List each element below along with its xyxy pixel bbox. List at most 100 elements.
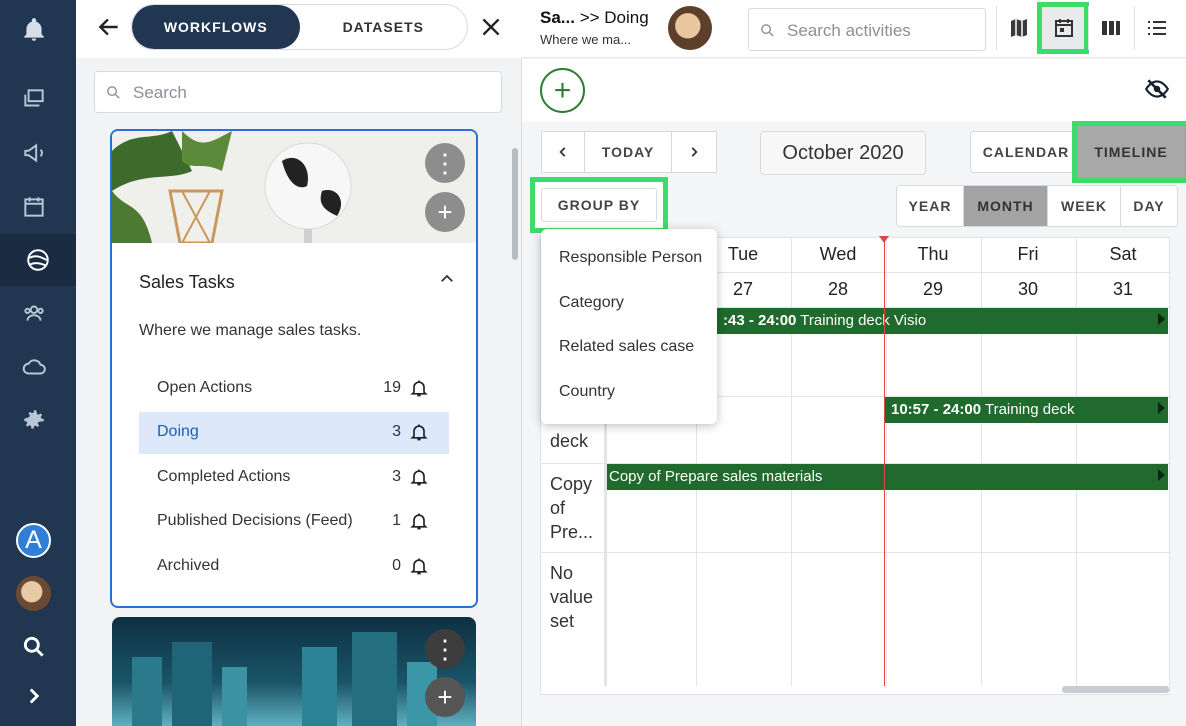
list-icon — [1147, 21, 1166, 35]
owner-avatar[interactable] — [668, 6, 712, 50]
event-title: Training deck — [984, 401, 1075, 418]
event-time: :43 - 24:00 — [723, 312, 797, 329]
card-title: Sales Tasks — [139, 272, 235, 292]
settings-gear-icon[interactable] — [14, 400, 54, 440]
breadcrumb-current: >> Doing — [579, 8, 649, 27]
list-item-completed-actions[interactable]: Completed Actions 3 — [139, 457, 449, 499]
breadcrumb-workflow[interactable]: Sa... — [540, 8, 575, 27]
card-description: Where we manage sales tasks. — [139, 322, 362, 339]
group-by-menu: Responsible Person Category Related sale… — [541, 229, 717, 424]
current-month-label[interactable]: October 2020 — [760, 131, 926, 175]
range-year-button[interactable]: YEAR — [896, 185, 964, 227]
event-arrow-icon — [1158, 402, 1165, 414]
panel-scrollbar[interactable] — [512, 148, 518, 260]
menu-item-category[interactable]: Category — [559, 294, 624, 312]
event-bar-training-deck[interactable]: 10:57 - 24:00 Training deck — [885, 397, 1168, 423]
timeline-mode-button[interactable]: TIMELINE — [1072, 121, 1186, 183]
action-bar — [522, 59, 1186, 121]
day-name: Sat — [1109, 244, 1137, 264]
workspaces-icon[interactable] — [14, 79, 54, 119]
workflow-cover-image — [112, 131, 476, 245]
user-avatar[interactable] — [16, 576, 51, 611]
event-arrow-icon — [1158, 313, 1165, 325]
map-view-button[interactable] — [996, 6, 1040, 50]
list-item-doing[interactable]: Doing 3 — [139, 412, 449, 454]
list-item-count: 3 — [392, 468, 401, 485]
search-icon — [761, 24, 774, 37]
bell-icon[interactable] — [409, 421, 429, 443]
group-row-label: No value set — [550, 563, 594, 631]
range-day-button[interactable]: DAY — [1120, 185, 1178, 227]
group-by-button[interactable]: GROUP BY — [540, 188, 658, 222]
menu-item-related-sales-case[interactable]: Related sales case — [559, 338, 694, 356]
activity-search-input[interactable]: Search activities — [748, 8, 986, 51]
today-button[interactable]: TODAY — [584, 131, 672, 173]
city-cover-image — [132, 632, 437, 726]
bell-icon[interactable] — [409, 466, 429, 488]
notifications-icon[interactable] — [14, 10, 54, 50]
megaphone-icon[interactable] — [14, 133, 54, 173]
workflows-icon[interactable] — [0, 234, 76, 286]
workflow-subtitle: Where we ma... — [540, 32, 632, 47]
prev-period-button[interactable] — [541, 131, 585, 173]
menu-item-responsible-person[interactable]: Responsible Person — [559, 249, 702, 267]
chevron-right-icon — [691, 147, 698, 157]
list-item-label: Open Actions — [157, 379, 253, 396]
search-icon — [107, 86, 120, 99]
search-icon[interactable] — [14, 627, 54, 667]
event-bar-copy-prepare-sales[interactable]: Copy of Prepare sales materials — [607, 464, 1168, 490]
list-item-label: Published Decisions (Feed) — [157, 512, 353, 529]
calendar-mode-button[interactable]: CALENDAR — [970, 131, 1082, 173]
card-add-icon[interactable]: + — [425, 677, 465, 717]
add-activity-button[interactable]: + — [540, 68, 585, 113]
list-item-archived[interactable]: Archived 0 — [139, 546, 449, 588]
calendar-view-button[interactable] — [1037, 2, 1089, 54]
cloud-icon[interactable] — [14, 347, 54, 387]
columns-icon — [1101, 21, 1120, 35]
range-week-button[interactable]: WEEK — [1047, 185, 1121, 227]
map-icon — [1010, 19, 1027, 37]
list-item-count: 19 — [383, 379, 401, 396]
event-time: 10:57 - 24:00 — [891, 401, 982, 418]
list-item-open-actions[interactable]: Open Actions 19 — [139, 368, 449, 410]
calendar-icon — [1054, 19, 1073, 37]
bell-icon[interactable] — [409, 555, 429, 577]
card-add-icon[interactable]: + — [425, 192, 465, 232]
close-icon[interactable] — [478, 14, 504, 40]
next-period-button[interactable] — [671, 131, 717, 173]
hide-visibility-icon[interactable] — [1142, 76, 1172, 102]
workflow-card-sales-tasks[interactable]: ⋮ + Sales Tasks Where we manage sales ta… — [110, 129, 478, 608]
group-by-highlight: GROUP BY — [530, 177, 668, 233]
day-number: 31 — [1112, 279, 1134, 299]
collapse-chevron-up-icon[interactable] — [438, 270, 456, 288]
workflow-search-input[interactable]: Search — [94, 71, 502, 113]
event-bar-training-deck-visio[interactable]: :43 - 24:00 Training deck Visio — [717, 308, 1168, 334]
back-arrow-icon[interactable] — [96, 14, 122, 40]
account-letter-avatar[interactable]: A — [16, 523, 51, 558]
chevron-left-icon — [559, 147, 566, 157]
day-number: 30 — [1017, 279, 1039, 299]
timeline-hscrollbar[interactable] — [1062, 686, 1169, 693]
day-name: Fri — [1017, 244, 1039, 264]
list-view-button[interactable] — [1134, 6, 1178, 50]
range-month-button[interactable]: MONTH — [963, 185, 1048, 227]
card-more-menu-icon[interactable]: ⋮ — [425, 143, 465, 183]
calendar-icon[interactable] — [14, 187, 54, 227]
day-number: 28 — [827, 279, 849, 299]
tab-datasets[interactable]: DATASETS — [300, 5, 468, 49]
contacts-icon[interactable] — [14, 293, 54, 333]
list-item-count: 1 — [392, 512, 401, 529]
day-name: Thu — [917, 244, 949, 264]
panel-tab-switch: WORKFLOWS DATASETS — [131, 4, 468, 50]
current-time-marker — [879, 236, 889, 243]
board-view-button[interactable] — [1088, 6, 1132, 50]
tab-workflows[interactable]: WORKFLOWS — [132, 5, 300, 49]
menu-item-country[interactable]: Country — [559, 383, 615, 401]
workflow-breadcrumb: Sa... >> Doing — [540, 8, 649, 28]
list-item-published-decisions[interactable]: Published Decisions (Feed) 1 — [139, 501, 449, 543]
bell-icon[interactable] — [409, 377, 429, 399]
card-more-menu-icon[interactable]: ⋮ — [425, 629, 465, 669]
bell-icon[interactable] — [409, 510, 429, 532]
expand-chevron-icon[interactable] — [14, 676, 54, 716]
workflow-card-second[interactable]: ⋮ + — [112, 617, 476, 726]
